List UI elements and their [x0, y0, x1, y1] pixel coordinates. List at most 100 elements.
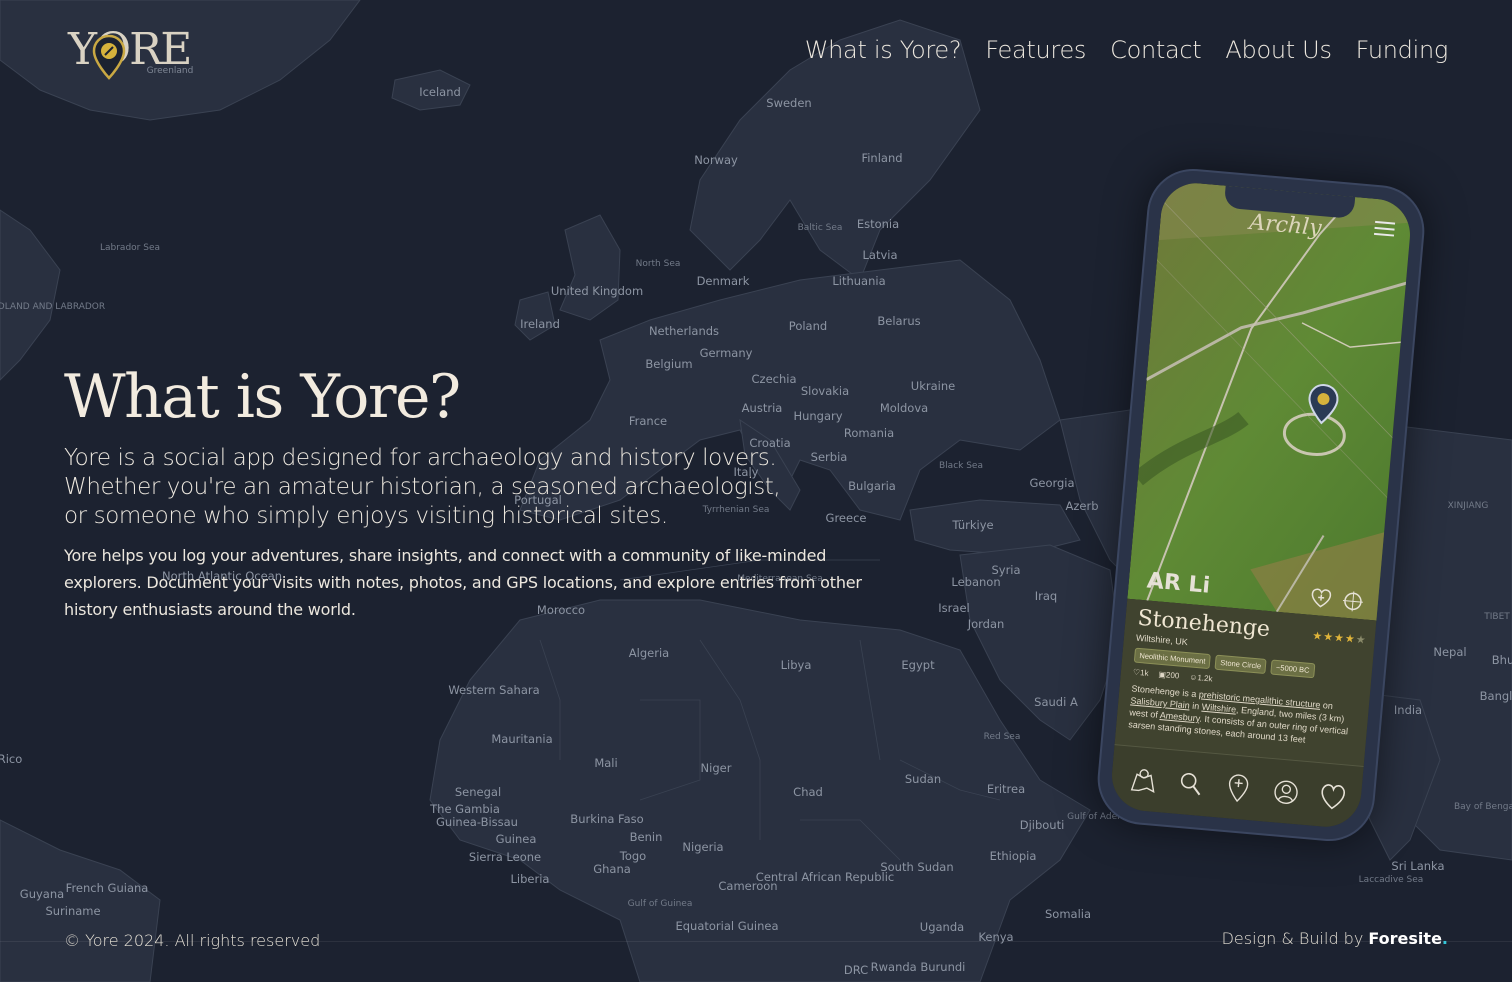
map-label: Norway [694, 153, 738, 167]
add-pin-icon[interactable] [1224, 772, 1253, 804]
map-label: Togo [619, 849, 647, 863]
map-label: Georgia [1029, 476, 1075, 490]
hero-title: What is Yore? [64, 362, 461, 432]
hero-lead: Yore is a social app designed for archae… [64, 445, 781, 529]
map-label: Ukraine [910, 379, 956, 393]
map-label: Bulgaria [848, 479, 896, 493]
map-label: Benin [629, 830, 663, 844]
map-label: Algeria [628, 646, 670, 660]
map-icon[interactable] [1129, 763, 1158, 795]
crosshair-icon[interactable] [1341, 589, 1365, 613]
aerial-map-image [1127, 180, 1413, 621]
nav-contact[interactable]: Contact [1110, 36, 1202, 64]
tag-chip[interactable]: Neolithic Monument [1133, 647, 1212, 670]
nav-features[interactable]: Features [985, 36, 1086, 64]
site-info-card[interactable]: Stonehenge ★★★★★ Wiltshire, UK Neolithic… [1114, 598, 1381, 771]
ar-label[interactable]: AR Li [1146, 568, 1211, 598]
tag-chip[interactable]: Stone Circle [1214, 654, 1267, 675]
map-label: Equatorial Guinea [675, 919, 779, 933]
nav-about-us[interactable]: About Us [1225, 36, 1332, 64]
yore-logo[interactable]: YORE [68, 22, 198, 82]
map-label: Serbia [810, 450, 848, 464]
map-label: Iceland [419, 85, 461, 99]
tag-chip[interactable]: ~5000 BC [1270, 659, 1316, 679]
map-label: Sierra Leone [468, 850, 542, 864]
map-label: Djibouti [1019, 818, 1065, 832]
map-label: Moldova [879, 401, 929, 415]
map-label: Türkiye [952, 518, 994, 532]
nav-what-is-yore[interactable]: What is Yore? [805, 36, 962, 64]
map-label: Gulf of Guinea [627, 899, 693, 909]
likes-stat: ♡1k [1133, 667, 1149, 677]
heart-icon[interactable] [1319, 780, 1348, 812]
map-label: Ireland [520, 317, 560, 331]
map-label: Germany [699, 346, 753, 360]
desc-text: on [1319, 699, 1334, 712]
location-pin-icon [92, 34, 126, 80]
map-label: Denmark [696, 274, 750, 288]
map-label: North Sea [635, 259, 681, 269]
map-label: Austria [741, 401, 783, 415]
map-label: Eritrea [986, 782, 1026, 796]
map-label: Bay of Benga [1453, 802, 1512, 812]
map-label: Ghana [593, 862, 631, 876]
map-label: India [1393, 703, 1423, 717]
map-label: TIBET [1484, 612, 1510, 622]
map-label: Belarus [877, 314, 921, 328]
map-label: DRC [843, 963, 869, 977]
map-label: Romania [843, 426, 895, 440]
map-label: Sweden [766, 96, 812, 110]
map-label: Liberia [510, 872, 550, 886]
credit-prefix: Design & Build by [1221, 929, 1369, 948]
map-label: Iraq [1034, 589, 1058, 603]
map-label: Hungary [793, 409, 843, 423]
map-label: Nepal [1433, 645, 1467, 659]
map-label: Rico [0, 752, 23, 766]
desc-text: in [1189, 700, 1203, 712]
heart-add-icon[interactable] [1309, 587, 1333, 611]
map-label: Greece [825, 511, 867, 525]
phone-screen: Archly AR Li Stonehenge ★★★★★ Wiltshire,… [1109, 180, 1413, 830]
map-label: French Guiana [65, 881, 149, 895]
main-nav: What is Yore? Features Contact About Us … [805, 36, 1449, 64]
profile-icon[interactable] [1271, 776, 1300, 808]
map-label: Slovakia [800, 384, 850, 398]
map-label: South Sudan [880, 860, 954, 874]
map-label: Mali [594, 756, 618, 770]
desc-link[interactable]: Wiltshire [1201, 702, 1236, 715]
map-label: Poland [788, 319, 828, 333]
map-label: Saudi A [1034, 695, 1078, 709]
map-label: Latvia [862, 248, 898, 262]
hero-body: Yore helps you log your adventures, shar… [64, 546, 862, 619]
map-label: XINJIANG [1447, 501, 1489, 511]
nav-funding[interactable]: Funding [1356, 36, 1449, 64]
photos-count: 200 [1165, 670, 1180, 681]
map-label: Western Sahara [448, 683, 540, 697]
credit-brand[interactable]: Foresite [1368, 929, 1442, 948]
map-label: Cameroon [718, 879, 778, 893]
map-label: Ethiopia [989, 849, 1037, 863]
map-label: Guyana [19, 887, 65, 901]
map-label: Azerb [1065, 499, 1099, 513]
map-label: Netherlands [648, 324, 720, 338]
phone-frame: Archly AR Li Stonehenge ★★★★★ Wiltshire,… [1093, 165, 1429, 845]
map-label: United Kingdom [550, 284, 644, 298]
map-label: Black Sea [939, 461, 983, 471]
star-empty-icon: ★ [1355, 633, 1368, 647]
likes-count: 1k [1139, 668, 1149, 678]
visitors-count: 1.2k [1197, 673, 1213, 684]
desc-link[interactable]: Amesbury [1159, 710, 1200, 723]
map-label: Red Sea [983, 732, 1021, 742]
credit-dot: . [1441, 929, 1448, 948]
search-icon[interactable] [1177, 767, 1206, 799]
map-label: Uganda [919, 920, 965, 934]
map-label: Niger [700, 761, 732, 775]
map-label: Guinea-Bissau [436, 815, 518, 829]
map-label: Suriname [45, 904, 101, 918]
map-label: Senegal [454, 785, 502, 799]
ar-actions [1309, 587, 1365, 614]
design-credit[interactable]: Design & Build by Foresite. [1222, 929, 1448, 948]
map-label: Bangl [1479, 689, 1512, 703]
hamburger-menu-icon[interactable] [1373, 220, 1396, 239]
map-label: Israel [938, 601, 970, 615]
